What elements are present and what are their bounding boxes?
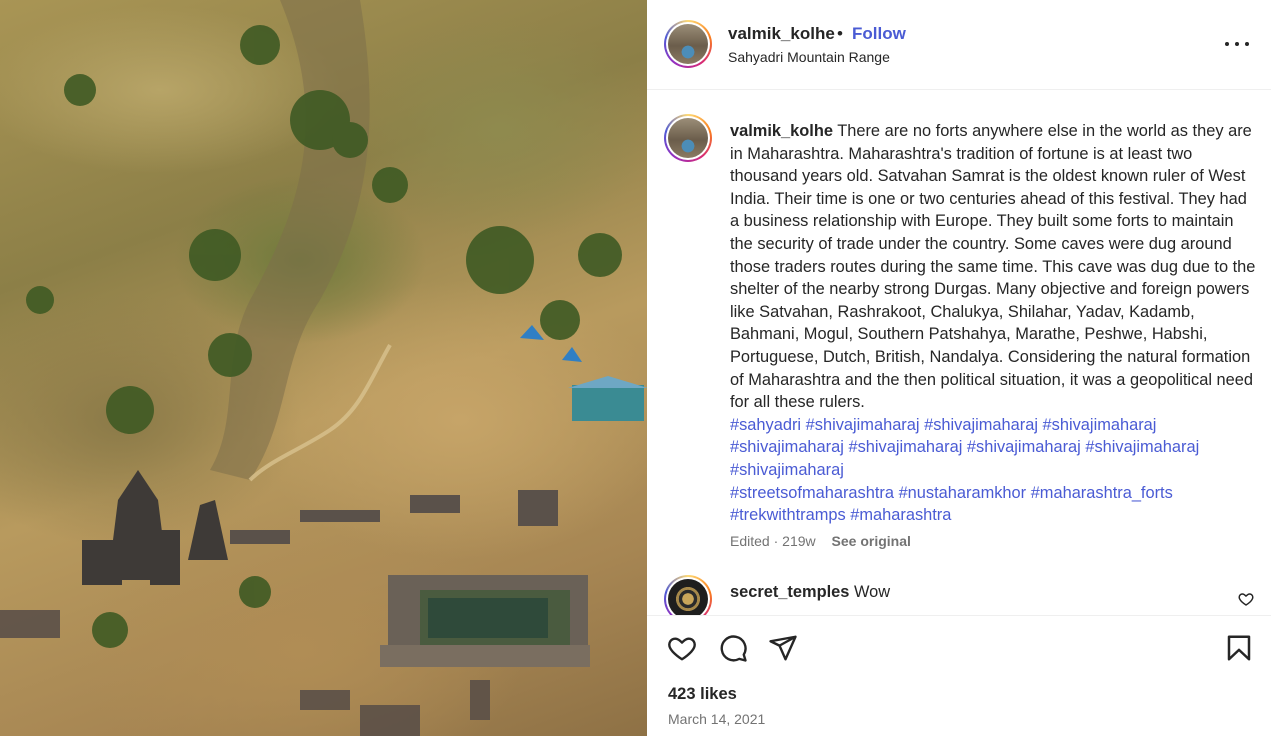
more-options-icon[interactable]: [1225, 34, 1249, 54]
hashtag[interactable]: #maharashtra_forts: [1031, 484, 1173, 502]
caption-avatar[interactable]: [664, 114, 712, 162]
hashtag[interactable]: #shivajimaharaj: [1043, 416, 1157, 434]
heart-icon[interactable]: [667, 633, 697, 663]
post-date[interactable]: March 14, 2021: [668, 711, 765, 727]
commenter-avatar[interactable]: [664, 575, 712, 615]
post-age[interactable]: 219w: [782, 533, 815, 549]
hashtag[interactable]: #streetsofmaharashtra: [730, 484, 894, 502]
hashtag[interactable]: #shivajimaharaj: [1085, 438, 1199, 456]
author-username[interactable]: valmik_kolhe: [728, 24, 835, 44]
small-heart-icon[interactable]: [1238, 591, 1254, 607]
comment-item: secret_temples Wow: [730, 583, 890, 602]
hashtag[interactable]: #sahyadri: [730, 416, 801, 434]
caption-meta: Edited · 219w See original: [730, 533, 911, 549]
bookmark-icon[interactable]: [1224, 633, 1254, 663]
hashtag[interactable]: #shivajimaharaj: [967, 438, 1081, 456]
action-bar: 423 likes March 14, 2021: [647, 615, 1271, 736]
likes-count[interactable]: 423 likes: [668, 685, 737, 704]
follow-button[interactable]: Follow: [852, 24, 906, 44]
caption-hashtags: #sahyadri #shivajimaharaj #shivajimahara…: [730, 416, 1199, 524]
post-photo[interactable]: [0, 0, 647, 736]
hashtag[interactable]: #shivajimaharaj: [806, 416, 920, 434]
share-icon[interactable]: [768, 633, 798, 663]
comment-icon[interactable]: [718, 633, 748, 663]
comment-text: Wow: [853, 583, 891, 601]
hashtag[interactable]: #nustaharamkhor: [899, 484, 1027, 502]
post-location[interactable]: Sahyadri Mountain Range: [728, 49, 890, 65]
comments-section[interactable]: valmik_kolhe There are no forts anywhere…: [647, 90, 1271, 615]
author-avatar[interactable]: [664, 20, 712, 68]
hashtag[interactable]: #trekwithtramps: [730, 506, 846, 524]
hashtag[interactable]: #shivajimaharaj: [730, 461, 844, 479]
hashtag[interactable]: #maharashtra: [850, 506, 951, 524]
post-panel: valmik_kolhe • Follow Sahyadri Mountain …: [647, 0, 1271, 736]
caption-username[interactable]: valmik_kolhe: [730, 122, 833, 140]
caption-text: There are no forts anywhere else in the …: [730, 122, 1256, 412]
post-header: valmik_kolhe • Follow Sahyadri Mountain …: [647, 0, 1271, 90]
hashtag[interactable]: #shivajimaharaj: [848, 438, 962, 456]
hashtag[interactable]: #shivajimaharaj: [924, 416, 1038, 434]
hashtag[interactable]: #shivajimaharaj: [730, 438, 844, 456]
header-separator: •: [837, 24, 843, 43]
see-original-button[interactable]: See original: [832, 533, 911, 549]
edited-label: Edited: [730, 533, 770, 549]
comment-username[interactable]: secret_temples: [730, 583, 849, 601]
meta-separator: ·: [773, 533, 779, 549]
landscape-illustration: [0, 0, 647, 736]
post-caption: valmik_kolhe There are no forts anywhere…: [730, 120, 1260, 527]
